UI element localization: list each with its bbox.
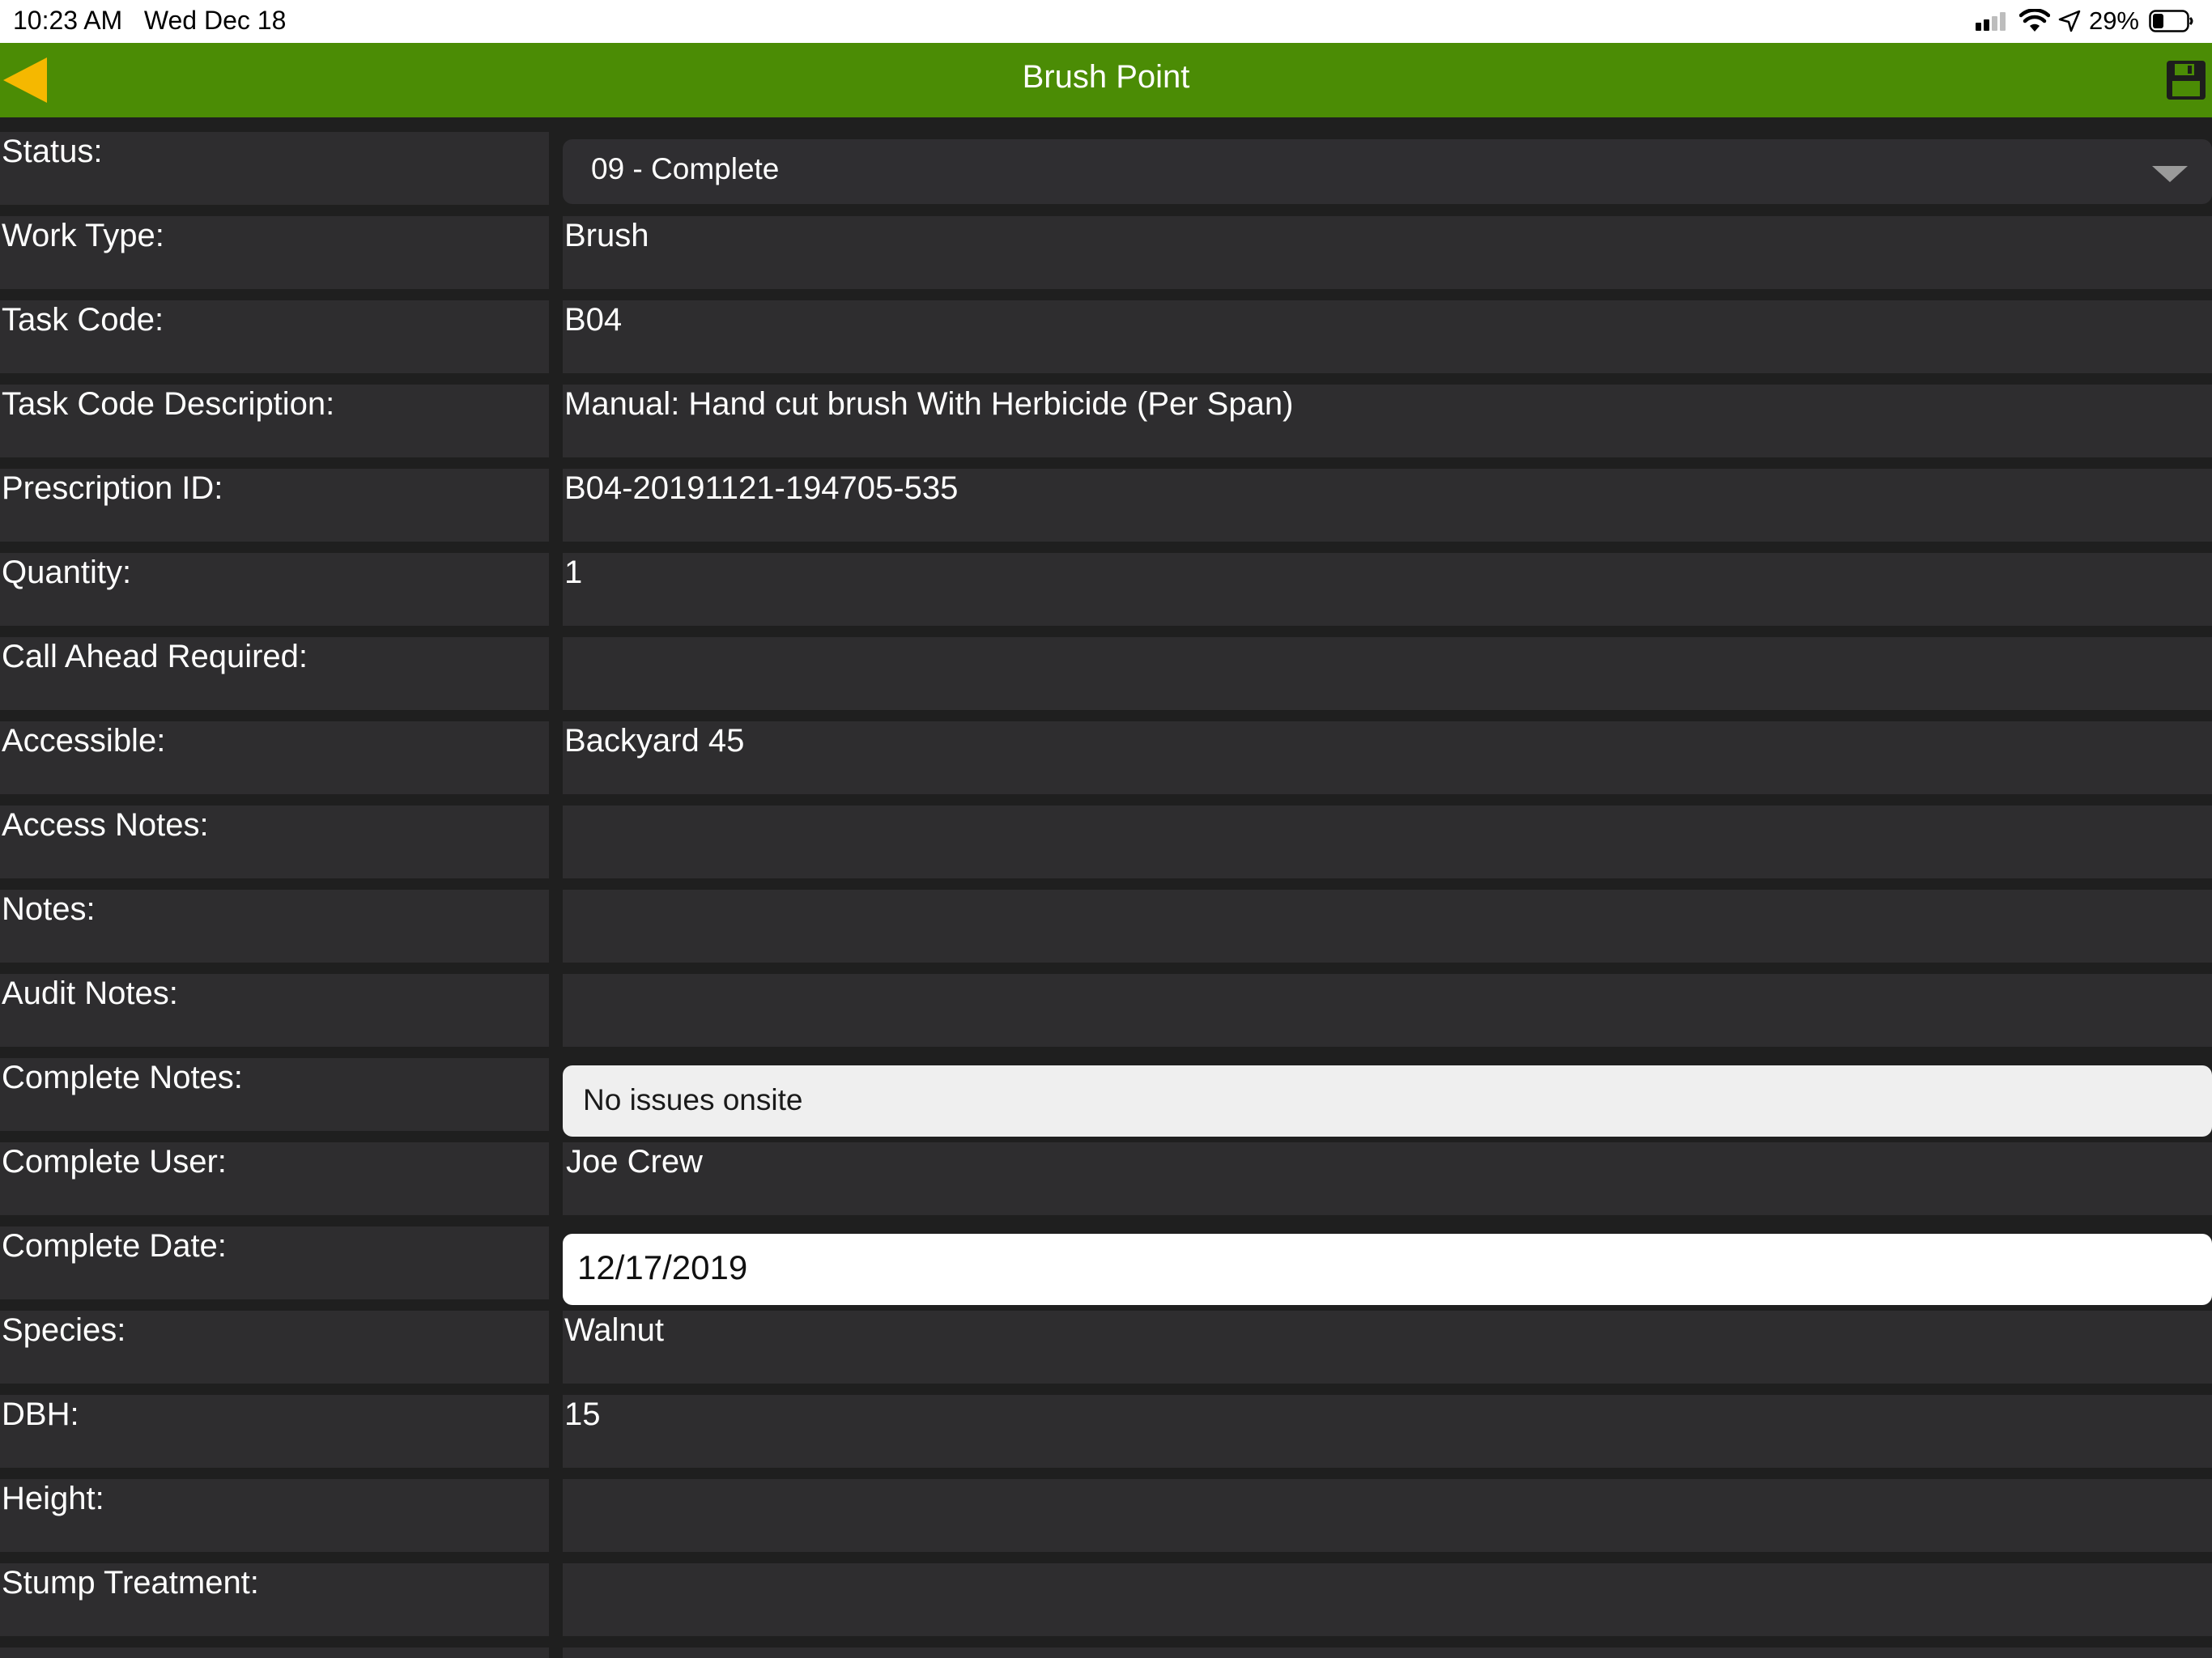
accessible-label: Accessible:: [0, 721, 549, 794]
complete-user-label: Complete User:: [0, 1142, 549, 1215]
battery-percentage: 29%: [2088, 6, 2139, 35]
height-value: [563, 1479, 2212, 1552]
prescription-id-label: Prescription ID:: [0, 469, 549, 542]
cut-off-label: [0, 1647, 549, 1658]
accessible-value: Backyard 45: [563, 721, 2212, 794]
species-value: Walnut: [563, 1311, 2212, 1384]
quantity-value: 1: [563, 553, 2212, 626]
status-select[interactable]: 09 - Complete: [563, 139, 2212, 204]
field-row-height: Height:: [0, 1465, 2212, 1552]
wifi-icon: [2018, 9, 2050, 33]
height-label: Height:: [0, 1479, 549, 1552]
dbh-label: DBH:: [0, 1395, 549, 1468]
save-disk-icon: [2167, 61, 2206, 100]
prescription-id-value: B04-20191121-194705-535: [563, 469, 2212, 542]
complete-date-label: Complete Date:: [0, 1226, 549, 1299]
work-type-value: Brush: [563, 216, 2212, 289]
field-row-stump-treatment: Stump Treatment:: [0, 1549, 2212, 1636]
status-label: Status:: [0, 132, 549, 205]
work-type-label: Work Type:: [0, 216, 549, 289]
signal-icon: [1975, 11, 2011, 31]
field-row-call-ahead-required: Call Ahead Required:: [0, 623, 2212, 710]
call-ahead-required-value: [563, 637, 2212, 710]
complete-user-value: Joe Crew: [563, 1142, 2212, 1215]
status-time: 10:23 AM: [13, 6, 123, 35]
field-row-access-notes: Access Notes:: [0, 791, 2212, 878]
task-code-value: B04: [563, 300, 2212, 373]
field-row-task-code: Task Code: B04: [0, 286, 2212, 373]
notes-value: [563, 890, 2212, 963]
audit-notes-label: Audit Notes:: [0, 974, 549, 1047]
location-arrow-icon: [2058, 10, 2081, 32]
field-row-audit-notes: Audit Notes:: [0, 959, 2212, 1047]
field-row-accessible: Accessible: Backyard 45: [0, 707, 2212, 794]
nav-bar: Brush Point: [0, 43, 2212, 117]
brush-point-form: Status: 09 - Complete Work Type: Brush T…: [0, 117, 2212, 1658]
field-row-prescription-id: Prescription ID: B04-20191121-194705-535: [0, 454, 2212, 542]
stump-treatment-label: Stump Treatment:: [0, 1563, 549, 1636]
field-row-notes: Notes:: [0, 875, 2212, 963]
page-title: Brush Point: [1022, 59, 1190, 95]
task-code-description-value: Manual: Hand cut brush With Herbicide (P…: [563, 385, 2212, 457]
battery-icon: [2149, 10, 2194, 32]
field-row-quantity: Quantity: 1: [0, 538, 2212, 626]
field-row-task-code-description: Task Code Description: Manual: Hand cut …: [0, 370, 2212, 457]
app-screen: 10:23 AM Wed Dec 18 29% Brush Point Stat…: [0, 0, 2212, 1658]
notes-label: Notes:: [0, 890, 549, 963]
status-select-value: 09 - Complete: [591, 152, 780, 185]
field-row-complete-date: Complete Date: 12/17/2019: [0, 1212, 2212, 1305]
save-button[interactable]: [2165, 59, 2207, 101]
quantity-label: Quantity:: [0, 553, 549, 626]
access-notes-label: Access Notes:: [0, 806, 549, 878]
call-ahead-required-label: Call Ahead Required:: [0, 637, 549, 710]
field-row-dbh: DBH: 15: [0, 1380, 2212, 1468]
status-date: Wed Dec 18: [143, 6, 287, 35]
status-clock: 10:23 AM Wed Dec 18: [13, 6, 286, 36]
status-bar: 10:23 AM Wed Dec 18 29%: [0, 0, 2212, 43]
access-notes-value: [563, 806, 2212, 878]
cut-off-value: [563, 1647, 2212, 1658]
field-row-species: Species: Walnut: [0, 1296, 2212, 1384]
dbh-value: 15: [563, 1395, 2212, 1468]
status-indicators: 29%: [1975, 5, 2194, 37]
audit-notes-value: [563, 974, 2212, 1047]
field-row-status: Status: 09 - Complete: [0, 117, 2212, 205]
complete-notes-input[interactable]: No issues onsite: [563, 1065, 2212, 1137]
complete-date-input[interactable]: 12/17/2019: [563, 1234, 2212, 1305]
task-code-label: Task Code:: [0, 300, 549, 373]
species-label: Species:: [0, 1311, 549, 1384]
field-row-complete-user: Complete User: Joe Crew: [0, 1128, 2212, 1215]
stump-treatment-value: [563, 1563, 2212, 1636]
field-row-cut-off: [0, 1633, 2212, 1658]
field-row-work-type: Work Type: Brush: [0, 202, 2212, 289]
field-row-complete-notes: Complete Notes: No issues onsite: [0, 1044, 2212, 1137]
complete-notes-label: Complete Notes:: [0, 1058, 549, 1131]
chevron-down-icon: [2152, 166, 2188, 182]
task-code-description-label: Task Code Description:: [0, 385, 549, 457]
